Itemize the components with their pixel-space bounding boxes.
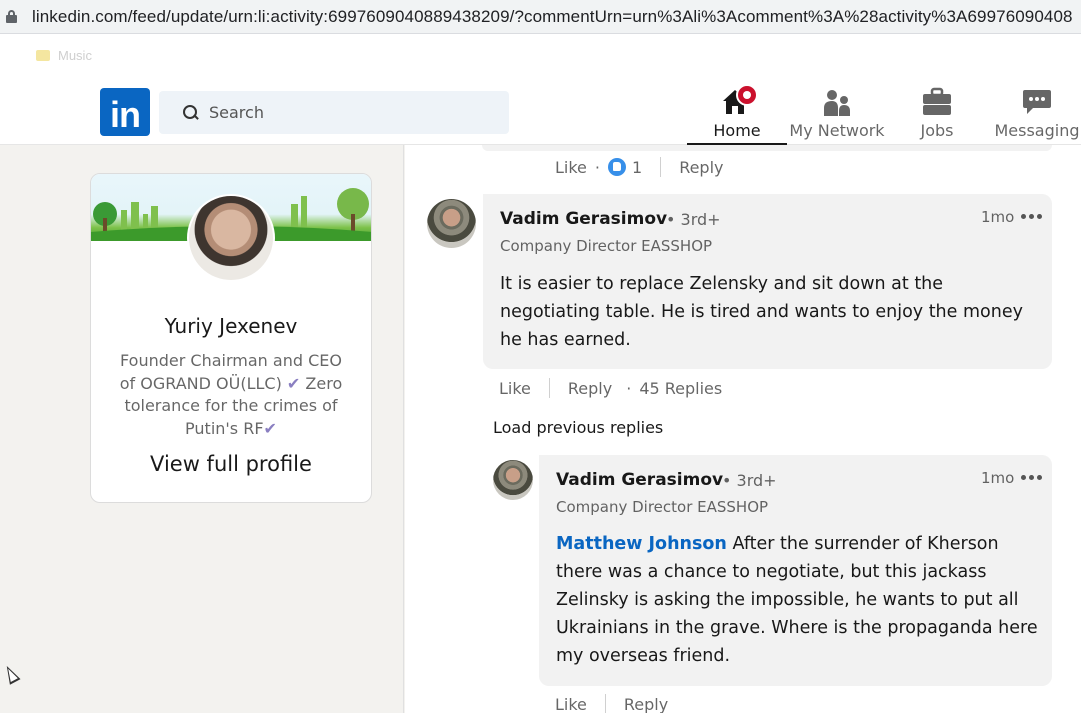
- connection-degree: • 3rd+: [666, 210, 721, 229]
- profile-headline: Founder Chairman and CEO of OGRAND OÜ(LL…: [119, 351, 343, 438]
- reply-button[interactable]: Reply: [624, 695, 668, 713]
- like-button[interactable]: Like: [555, 695, 587, 713]
- like-button[interactable]: Like: [555, 158, 587, 177]
- comment-author-name[interactable]: Vadim Gerasimov: [500, 209, 667, 229]
- profile-avatar[interactable]: [187, 194, 275, 282]
- reply-author-title: Company Director EASSHOP: [556, 498, 769, 516]
- search-icon: [183, 104, 199, 121]
- left-rail: Yuriy Jexenev Founder Chairman and CEO o…: [0, 145, 404, 713]
- linkedin-header: in Home My Network Jo: [0, 80, 1081, 145]
- url-text[interactable]: linkedin.com/feed/update/urn:li:activity…: [32, 7, 1073, 27]
- divider: [660, 157, 662, 177]
- network-icon: [821, 86, 853, 122]
- checkmark-icon: ✔: [286, 373, 301, 393]
- reply-button[interactable]: Reply: [679, 158, 723, 177]
- search-box[interactable]: [159, 91, 509, 134]
- nav-jobs[interactable]: Jobs: [898, 80, 976, 145]
- load-previous-replies-link[interactable]: Load previous replies: [493, 418, 663, 437]
- previous-comment-actions: Like · 1 Reply: [555, 157, 724, 177]
- like-reaction-icon: [608, 158, 626, 176]
- profile-card: Yuriy Jexenev Founder Chairman and CEO o…: [90, 173, 372, 503]
- reply-bubble: Vadim Gerasimov • 3rd+ Company Director …: [539, 455, 1052, 686]
- nav-messaging[interactable]: Messaging: [992, 80, 1081, 145]
- reply-author-name[interactable]: Vadim Gerasimov: [556, 470, 723, 490]
- briefcase-icon: [921, 86, 953, 122]
- notification-badge: [736, 84, 758, 106]
- home-icon: [720, 84, 758, 122]
- nav-home[interactable]: Home: [687, 80, 787, 145]
- mention-link[interactable]: Matthew Johnson: [556, 534, 727, 554]
- comment-actions: Like Reply · 45 Replies: [499, 378, 723, 398]
- more-options-icon[interactable]: [1021, 214, 1043, 220]
- messaging-icon: [1021, 86, 1053, 122]
- bookmarks-bar: Music: [0, 34, 1081, 80]
- folder-icon: [36, 50, 50, 61]
- like-button[interactable]: Like: [499, 379, 531, 398]
- reply-text: Matthew Johnson After the surrender of K…: [556, 534, 1038, 666]
- profile-name[interactable]: Yuriy Jexenev: [91, 314, 371, 338]
- replies-count-link[interactable]: 45 Replies: [639, 379, 722, 398]
- lock-icon: [6, 10, 17, 23]
- commenter-avatar[interactable]: [427, 199, 476, 248]
- reply-author-avatar[interactable]: [493, 460, 533, 500]
- comment-bubble: Vadim Gerasimov • 3rd+ Company Director …: [483, 194, 1052, 369]
- comment-timestamp: 1mo: [981, 208, 1015, 226]
- search-input[interactable]: [209, 103, 489, 122]
- reply-timestamp: 1mo: [981, 469, 1015, 487]
- checkmark-icon: ✔: [263, 418, 277, 438]
- reply-button[interactable]: Reply: [568, 379, 612, 398]
- linkedin-logo[interactable]: in: [100, 88, 150, 136]
- divider: [548, 378, 550, 398]
- more-options-icon[interactable]: [1021, 475, 1043, 481]
- reply-actions: Like Reply: [555, 694, 668, 713]
- reaction-count[interactable]: 1: [632, 158, 642, 177]
- connection-degree: • 3rd+: [722, 471, 777, 490]
- nav-my-network[interactable]: My Network: [787, 80, 887, 145]
- comments-thread: Like · 1 Reply Vadim Gerasimov • 3rd+ Co…: [405, 145, 1081, 713]
- view-full-profile-link[interactable]: View full profile: [91, 452, 371, 476]
- comment-author-title: Company Director EASSHOP: [500, 237, 713, 255]
- divider: [604, 694, 606, 713]
- comment-text: It is easier to replace Zelensky and sit…: [500, 274, 1023, 350]
- bookmark-music[interactable]: Music: [36, 48, 92, 63]
- previous-comment-bubble: [482, 145, 1052, 151]
- browser-address-bar[interactable]: linkedin.com/feed/update/urn:li:activity…: [0, 0, 1081, 34]
